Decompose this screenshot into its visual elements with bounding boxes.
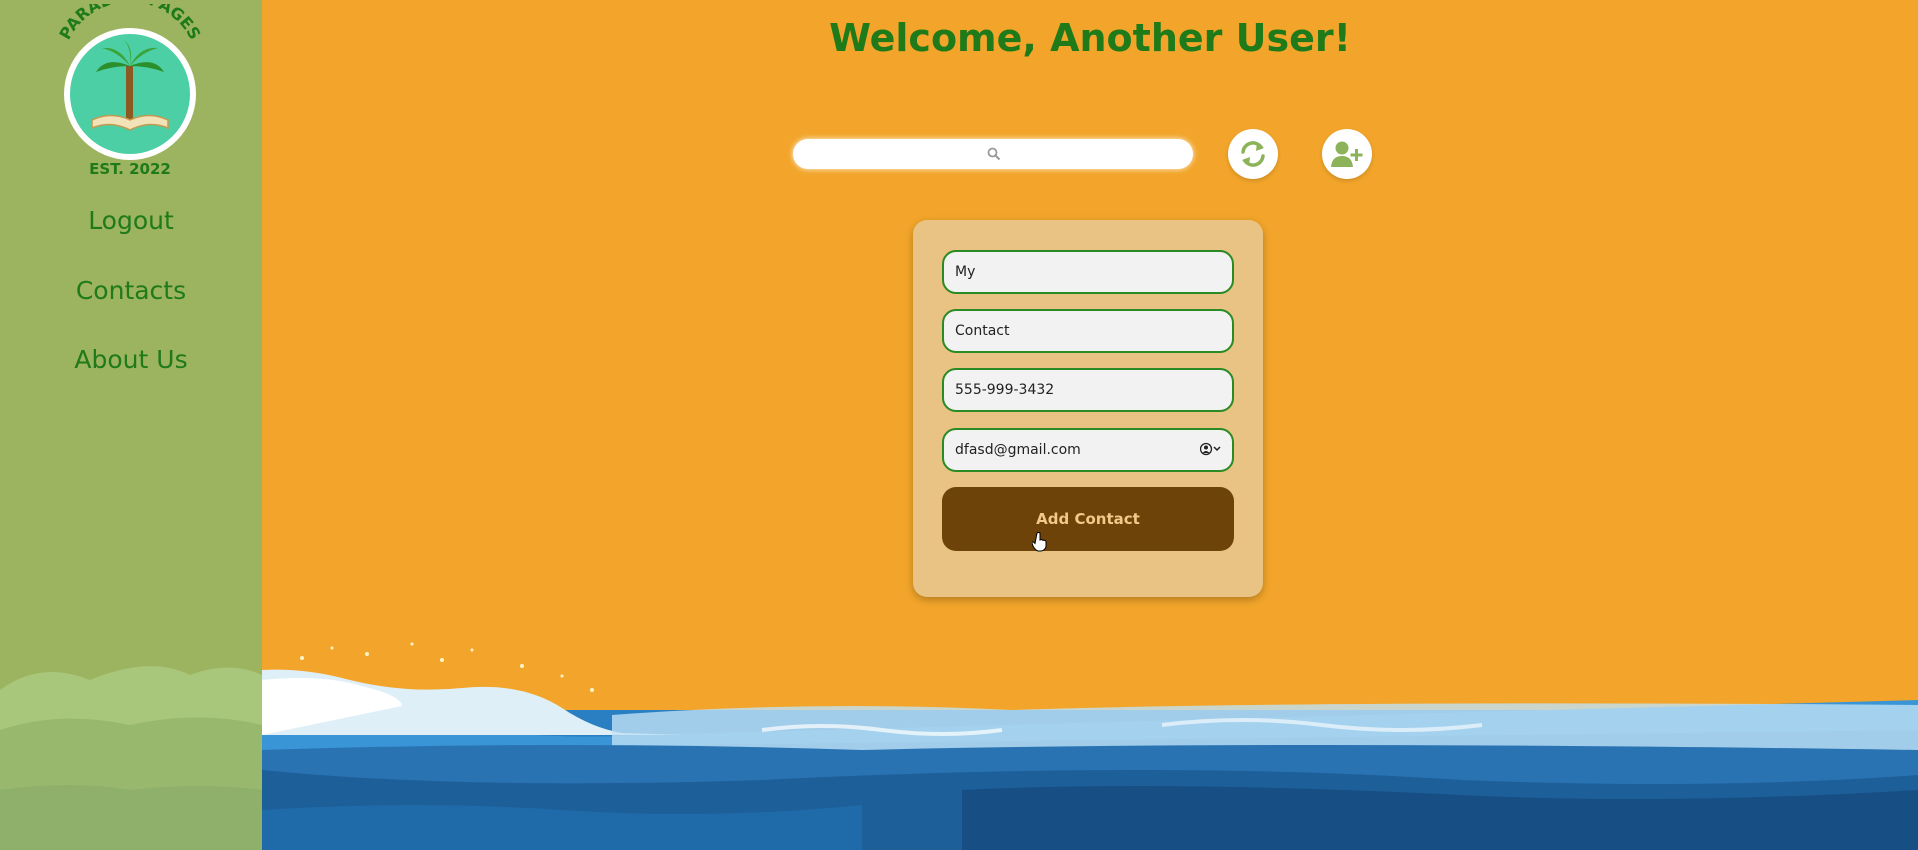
page-title: Welcome, Another User! bbox=[829, 16, 1351, 60]
refresh-icon bbox=[1241, 141, 1265, 167]
sidebar-item-contacts[interactable]: Contacts bbox=[0, 276, 262, 305]
sidebar-item-about-us[interactable]: About Us bbox=[0, 345, 262, 374]
add-user-icon bbox=[1331, 141, 1363, 167]
svg-text:EST. 2022: EST. 2022 bbox=[89, 160, 171, 178]
email-field[interactable] bbox=[942, 428, 1234, 472]
email-input[interactable] bbox=[944, 430, 1232, 470]
hills-decoration bbox=[0, 666, 262, 850]
first-name-field[interactable] bbox=[942, 250, 1234, 294]
sidebar-item-logout[interactable]: Logout bbox=[0, 206, 262, 235]
phone-input[interactable] bbox=[944, 370, 1232, 410]
first-name-input[interactable] bbox=[944, 252, 1232, 292]
ocean-wave-decoration bbox=[262, 642, 1918, 850]
autofill-contact-icon[interactable] bbox=[1200, 442, 1222, 456]
last-name-input[interactable] bbox=[944, 311, 1232, 351]
add-contact-button[interactable]: Add Contact bbox=[942, 487, 1234, 551]
add-contact-toggle-button[interactable] bbox=[1322, 129, 1372, 179]
sidebar: PARADISE PAGES EST. 2022 Logout Contacts… bbox=[0, 0, 262, 850]
last-name-field[interactable] bbox=[942, 309, 1234, 353]
paradise-pages-logo: PARADISE PAGES EST. 2022 bbox=[55, 4, 204, 178]
add-contact-card: Add Contact bbox=[913, 220, 1263, 597]
refresh-button[interactable] bbox=[1228, 129, 1278, 179]
hand-cursor-icon bbox=[1032, 532, 1047, 552]
phone-field[interactable] bbox=[942, 368, 1234, 412]
search-icon bbox=[987, 147, 1001, 161]
